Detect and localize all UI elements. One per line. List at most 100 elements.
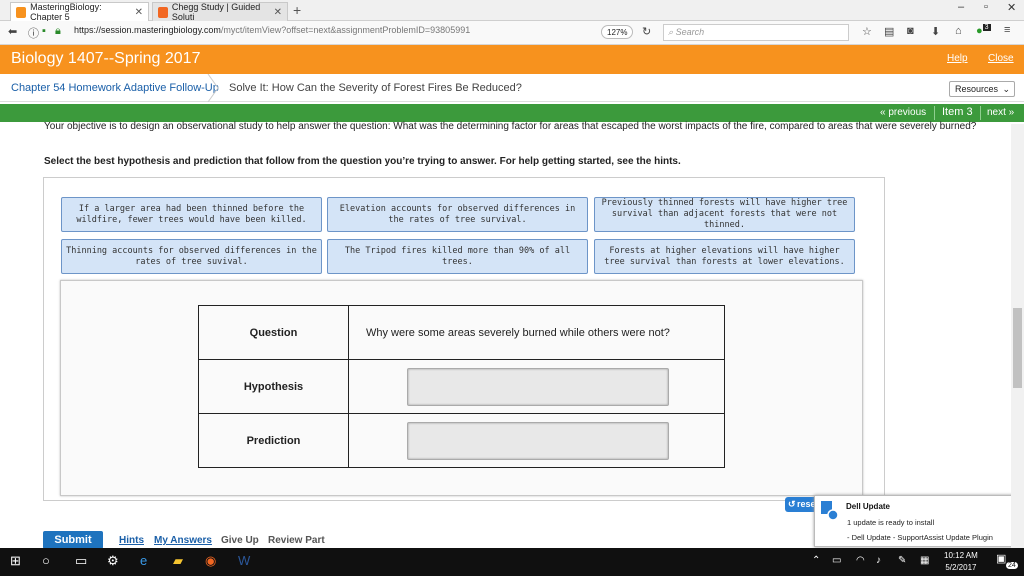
reload-icon[interactable]: ↻ [642,25,651,38]
previous-link[interactable]: « previous [880,107,926,118]
search-placeholder: Search [675,27,705,37]
clock-time: 10:12 AM [944,551,978,560]
dell-update-icon [821,501,839,521]
hypothesis-header: Hypothesis [198,359,349,414]
extension-icon[interactable]: ● 3 [976,24,991,37]
chegg-favicon-icon [158,6,168,18]
item-navigation-bar: « previous Item 3 next » [0,104,1024,122]
prediction-drop-target[interactable] [407,421,669,460]
breadcrumb: Chapter 54 Homework Adaptive Follow-Up S… [0,74,1024,102]
browser-tab-strip: MasteringBiology: Chapter 5 ✕ Chegg Stud… [0,0,1024,22]
word-icon[interactable]: W [238,553,250,568]
windows-taskbar: ⊞ ○ ▭ ⚙ e ▰ ◉ W ⌃ ▭ ◠ ♪ ✎ ▦ 10:12 AM 5/2… [0,548,1024,576]
window-close-icon[interactable]: ✕ [1007,1,1016,14]
submit-button[interactable]: Submit [43,531,103,549]
my-answers-link[interactable]: My Answers [154,535,212,546]
breadcrumb-chevron-icon [207,74,219,102]
minimize-icon[interactable]: – [958,1,964,13]
question-header: Question [198,305,349,360]
action-center-icon[interactable]: ▣ [996,552,1006,565]
hypothesis-drop-target[interactable] [407,367,669,406]
back-icon[interactable]: ⬅ [8,25,17,38]
hypothesis-cell [348,359,725,414]
windows-start-icon[interactable]: ⊞ [10,553,21,569]
new-tab-button[interactable]: + [293,2,301,18]
url-path: /myct/itemView?offset=next&assignmentPro… [220,25,471,35]
tab-masteringbiology[interactable]: MasteringBiology: Chapter 5 ✕ [10,2,149,22]
extension-badge: 3 [982,24,991,31]
resources-dropdown[interactable]: Resources ⌄ [949,81,1015,97]
search-input[interactable]: ⌕ Search [663,24,849,41]
answer-label[interactable]: Elevation accounts for observed differen… [327,197,588,232]
download-icon[interactable]: ⬇ [931,25,940,38]
page-scrollbar[interactable] [1011,124,1024,548]
file-explorer-icon[interactable]: ▰ [173,553,183,569]
resources-label: Resources [955,84,999,94]
app-header: Biology 1407--Spring 2017 Help Close [0,45,1024,74]
reading-list-icon[interactable]: ▤ [884,25,894,38]
dell-update-notification[interactable]: Dell Update 1 update is ready to install… [814,495,1020,547]
search-icon: ⌕ [668,27,674,37]
review-part-link[interactable]: Review Part [268,535,325,546]
give-up-link[interactable]: Give Up [221,535,259,546]
tray-volume-icon[interactable]: ♪ [876,555,881,566]
cortana-icon[interactable]: ○ [42,553,50,568]
tab-label: MasteringBiology: Chapter 5 [30,2,102,22]
settings-gear-icon[interactable]: ⚙ [107,553,119,569]
tray-network-icon[interactable]: ▭ [832,555,841,566]
question-text: Why were some areas severely burned whil… [348,305,725,360]
assignment-link[interactable]: Chapter 54 Homework Adaptive Follow-Up [11,82,219,94]
prediction-header: Prediction [198,413,349,468]
hints-link[interactable]: Hints [119,535,144,546]
secure-lock-icon: ▪ [42,25,46,37]
answer-label[interactable]: If a larger area had been thinned before… [61,197,322,232]
restore-icon[interactable]: ▫ [984,1,988,13]
tray-wifi-icon[interactable]: ◠ [856,555,865,566]
instruction-text: Select the best hypothesis and predictio… [44,156,681,167]
zoom-level[interactable]: 127% [601,25,634,39]
dell-line: 1 update is ready to install [847,518,935,527]
table-row: Hypothesis [198,359,725,414]
url-field[interactable]: https://session.masteringbiology.com/myc… [74,25,470,35]
course-title: Biology 1407--Spring 2017 [11,50,201,67]
table-row: Prediction [198,413,725,468]
prediction-cell [348,413,725,468]
tray-pen-icon[interactable]: ✎ [898,555,906,566]
home-icon[interactable]: ⌂ [955,25,962,37]
firefox-icon[interactable]: ◉ [205,553,216,569]
answer-label[interactable]: Previously thinned forests will have hig… [594,197,855,232]
tray-keyboard-icon[interactable]: ▦ [920,555,929,566]
close-link[interactable]: Close [988,53,1014,64]
taskbar-clock[interactable]: 10:12 AM 5/2/2017 [944,550,978,574]
menu-icon[interactable]: ≡ [1004,24,1010,36]
answer-label[interactable]: Thinning accounts for observed differenc… [61,239,322,274]
nav-divider [934,106,935,120]
hypothesis-table: Question Why were some areas severely bu… [198,305,725,468]
notification-count-badge: 24 [1006,562,1018,569]
answer-label[interactable]: The Tripod fires killed more than 90% of… [327,239,588,274]
address-bar: ⬅ ⓘ ▪ 🔒︎ https://session.masteringbiolog… [0,21,1024,45]
url-host: https://session.masteringbiology.com [74,25,221,35]
dell-title: Dell Update [846,502,891,511]
item-number: Item 3 [942,106,973,118]
next-link[interactable]: next » [987,107,1014,118]
reset-icon: ↺ [788,499,796,509]
bookmark-star-icon[interactable]: ☆ [862,25,872,38]
tab-close-icon[interactable]: ✕ [135,7,143,18]
help-link[interactable]: Help [947,53,968,64]
table-row: Question Why were some areas severely bu… [198,305,725,360]
item-title: Solve It: How Can the Severity of Forest… [229,82,522,94]
tray-chevron-icon[interactable]: ⌃ [812,555,820,566]
clock-date: 5/2/2017 [945,563,977,572]
task-view-icon[interactable]: ▭ [75,553,87,569]
tab-close-icon[interactable]: ✕ [274,7,282,18]
mastering-favicon-icon [16,6,27,18]
info-icon[interactable]: ⓘ [28,25,39,41]
objective-text: Your objective is to design an observati… [44,121,977,132]
scrollbar-thumb[interactable] [1013,308,1022,388]
pocket-icon[interactable]: ◙ [907,25,914,37]
edge-icon[interactable]: e [140,553,147,568]
nav-divider [980,106,981,120]
answer-label[interactable]: Forests at higher elevations will have h… [594,239,855,274]
tab-chegg[interactable]: Chegg Study | Guided Soluti ✕ [152,2,288,22]
